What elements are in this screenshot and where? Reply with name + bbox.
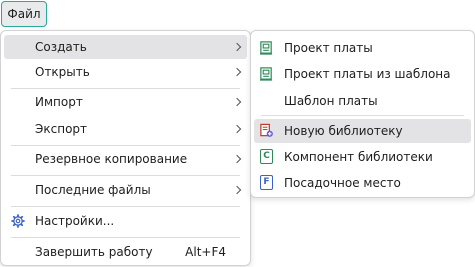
menu-item-exit[interactable]: Завершить работу Alt+F4 <box>4 240 247 264</box>
new-library-icon <box>260 123 273 137</box>
board-project-icon <box>259 41 273 55</box>
menu-separator <box>11 175 240 176</box>
menu-item-label: Последние файлы <box>35 183 151 197</box>
submenu-item-label: Компонент библиотеки <box>284 150 433 164</box>
create-submenu: Проект платы Проект платы из шаблона Шаб… <box>250 30 475 198</box>
component-icon: C <box>260 149 273 164</box>
submenu-item-label: Посадочное место <box>284 176 401 190</box>
chevron-right-icon <box>232 67 242 77</box>
submenu-item-new-library[interactable]: Новую библиотеку <box>254 119 471 143</box>
menu-item-label: Создать <box>35 40 87 54</box>
footprint-icon: F <box>260 175 273 190</box>
shortcut-label: Alt+F4 <box>185 245 226 259</box>
chevron-right-icon <box>232 42 242 52</box>
menu-separator <box>11 145 240 146</box>
menu-item-label: Импорт <box>35 95 83 109</box>
submenu-item-board-template[interactable]: Шаблон платы <box>254 89 471 113</box>
chevron-right-icon <box>232 97 242 107</box>
submenu-item-board-from-template[interactable]: Проект платы из шаблона <box>254 62 471 86</box>
chevron-right-icon <box>232 154 242 164</box>
menu-item-label: Открыть <box>35 65 90 79</box>
menu-item-recent-files[interactable]: Последние файлы <box>4 178 247 202</box>
menu-item-label: Экспорт <box>35 122 88 136</box>
submenu-item-label: Шаблон платы <box>284 94 378 108</box>
submenu-item-library-component[interactable]: C Компонент библиотеки <box>254 145 471 169</box>
menu-separator <box>11 206 240 207</box>
submenu-item-board-project[interactable]: Проект платы <box>254 36 471 60</box>
menu-item-label: Резервное копирование <box>35 152 188 166</box>
gear-icon <box>11 214 25 228</box>
board-template-project-icon <box>259 67 273 81</box>
menu-separator <box>11 88 240 89</box>
submenu-item-footprint[interactable]: F Посадочное место <box>254 171 471 195</box>
menu-separator <box>11 237 240 238</box>
file-menu-label: Файл <box>7 7 41 21</box>
menu-item-backup[interactable]: Резервное копирование <box>4 147 247 171</box>
file-menu-button[interactable]: Файл <box>1 1 47 27</box>
submenu-item-label: Новую библиотеку <box>284 124 403 138</box>
menu-item-settings[interactable]: Настройки... <box>4 209 247 233</box>
chevron-right-icon <box>232 185 242 195</box>
menu-item-export[interactable]: Экспорт <box>4 117 247 141</box>
submenu-item-label: Проект платы <box>284 41 373 55</box>
chevron-right-icon <box>232 124 242 134</box>
menu-separator <box>261 115 464 116</box>
submenu-item-label: Проект платы из шаблона <box>284 67 451 81</box>
menu-item-create[interactable]: Создать <box>4 35 247 59</box>
menu-item-open[interactable]: Открыть <box>4 60 247 84</box>
menu-item-label: Настройки... <box>35 214 115 228</box>
menu-item-import[interactable]: Импорт <box>4 90 247 114</box>
menu-item-label: Завершить работу <box>35 245 153 259</box>
file-menu: Создать Открыть Импорт Экспорт Резервное… <box>0 30 251 266</box>
